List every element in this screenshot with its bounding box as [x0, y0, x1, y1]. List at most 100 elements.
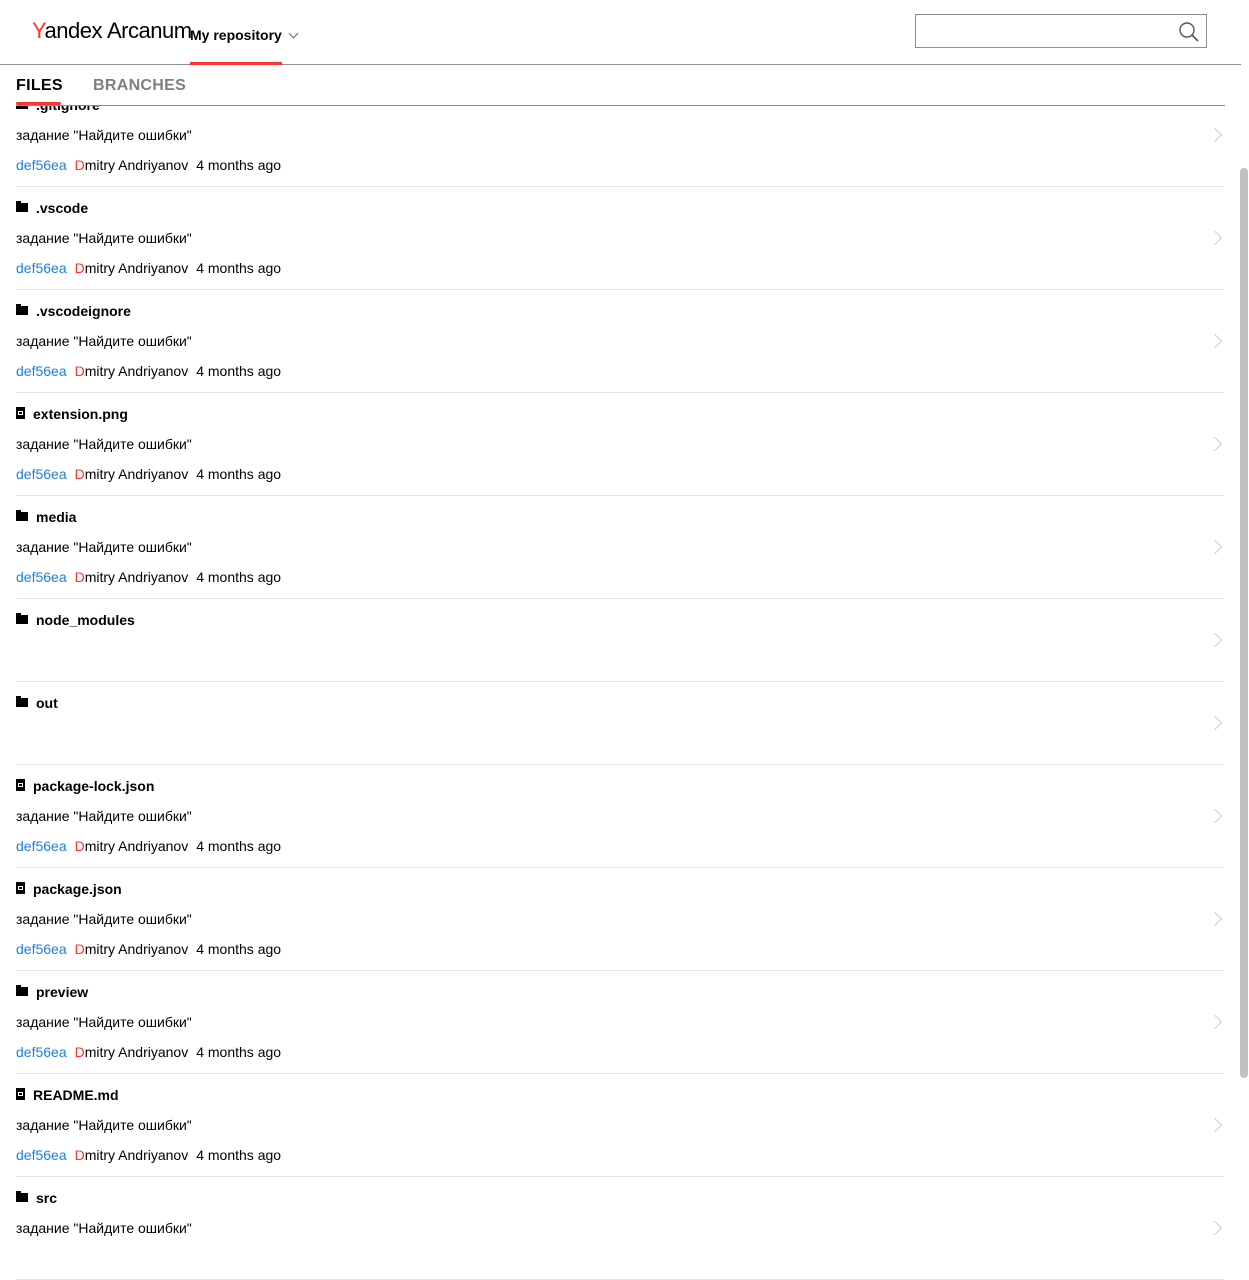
tab-branches[interactable]: BRANCHES [93, 77, 186, 95]
commit-hash-link[interactable]: def56ea [16, 941, 67, 957]
file-row[interactable]: src задание "Найдите ошибки" [16, 1176, 1224, 1280]
commit-message: задание "Найдите ошибки" [16, 333, 192, 349]
chevron-right-icon[interactable] [1207, 333, 1223, 349]
commit-message: задание "Найдите ошибки" [16, 1220, 192, 1236]
commit-meta: def56ea Dmitry Andriyanov 4 months ago [16, 1146, 281, 1164]
file-icon [16, 1088, 25, 1101]
chevron-right-icon[interactable] [1207, 808, 1223, 824]
commit-message: задание "Найдите ошибки" [16, 539, 192, 555]
file-row[interactable]: extension.png задание "Найдите ошибки" def… [16, 392, 1224, 496]
file-row[interactable]: README.md задание "Найдите ошибки" def56ea… [16, 1073, 1224, 1177]
commit-meta: def56ea Dmitry Andriyanov 4 months ago [16, 156, 281, 174]
file-row[interactable]: .vscodeignore задание "Найдите ошибки" def… [16, 289, 1224, 393]
folder-icon [16, 984, 28, 996]
commit-meta: def56ea Dmitry Andriyanov 4 months ago [16, 259, 281, 277]
commit-time: 4 months ago [196, 1044, 282, 1060]
commit-message: задание "Найдите ошибки" [16, 230, 192, 246]
commit-author: Dmitry Andriyanov [74, 260, 189, 276]
file-row[interactable]: preview задание "Найдите ошибки" def56ea Dm… [16, 970, 1224, 1074]
search-box[interactable] [915, 14, 1207, 48]
file-row[interactable]: node_modules [16, 598, 1224, 682]
file-icon [16, 407, 25, 420]
commit-author: Dmitry Andriyanov [74, 1044, 189, 1060]
tabs-bar: FILES BRANCHES [16, 65, 1225, 106]
commit-hash-link[interactable]: def56ea [16, 838, 67, 854]
commit-message: задание "Найдите ошибки" [16, 808, 192, 824]
commit-author: Dmitry Andriyanov [74, 466, 189, 482]
file-name[interactable]: .vscode [16, 199, 88, 217]
commit-author: Dmitry Andriyanov [74, 569, 189, 585]
chevron-right-icon[interactable] [1207, 230, 1223, 246]
repository-active-indicator [190, 62, 282, 65]
file-name[interactable]: .vscodeignore [16, 302, 131, 320]
commit-meta: def56ea Dmitry Andriyanov 4 months ago [16, 568, 281, 586]
file-name[interactable]: node_modules [16, 611, 135, 629]
commit-meta: def56ea Dmitry Andriyanov 4 months ago [16, 362, 281, 380]
tab-files[interactable]: FILES [16, 77, 63, 105]
yandex-arcanum-logo[interactable]: Yandex Arcanum [32, 17, 192, 45]
scrollbar-thumb[interactable] [1240, 168, 1248, 1078]
file-name[interactable]: out [16, 694, 58, 712]
commit-meta: def56ea Dmitry Andriyanov 4 months ago [16, 940, 281, 958]
file-name[interactable]: src [16, 1189, 57, 1207]
repository-selector[interactable]: My repository [190, 0, 299, 65]
commit-hash-link[interactable]: def56ea [16, 1147, 67, 1163]
commit-hash-link[interactable]: def56ea [16, 157, 67, 173]
commit-time: 4 months ago [196, 1147, 282, 1163]
file-name[interactable]: package-lock.json [16, 777, 154, 795]
search-icon[interactable] [1178, 21, 1200, 43]
chevron-right-icon[interactable] [1207, 715, 1223, 731]
file-row[interactable]: media задание "Найдите ошибки" def56ea Dmit… [16, 495, 1224, 599]
chevron-right-icon[interactable] [1207, 1220, 1223, 1236]
top-header: Yandex Arcanum My repository [0, 0, 1241, 65]
commit-meta: def56ea Dmitry Andriyanov 4 months ago [16, 837, 281, 855]
commit-hash-link[interactable]: def56ea [16, 260, 67, 276]
chevron-down-icon [288, 28, 299, 39]
folder-icon [16, 1190, 28, 1202]
file-name[interactable]: README.md [16, 1086, 119, 1104]
folder-icon [16, 200, 28, 212]
chevron-right-icon[interactable] [1207, 632, 1223, 648]
file-row[interactable]: out [16, 681, 1224, 765]
commit-author: Dmitry Andriyanov [74, 1147, 189, 1163]
file-icon [16, 882, 25, 895]
commit-hash-link[interactable]: def56ea [16, 1044, 67, 1060]
commit-time: 4 months ago [196, 157, 282, 173]
chevron-right-icon[interactable] [1207, 539, 1223, 555]
search-input[interactable] [924, 16, 1178, 48]
file-row[interactable]: package-lock.json задание "Найдите ошибки… [16, 764, 1224, 868]
commit-hash-link[interactable]: def56ea [16, 466, 67, 482]
chevron-right-icon[interactable] [1207, 127, 1223, 143]
commit-author: Dmitry Andriyanov [74, 157, 189, 173]
file-name[interactable]: media [16, 508, 76, 526]
chevron-right-icon[interactable] [1207, 1117, 1223, 1133]
folder-icon [16, 509, 28, 521]
file-row[interactable]: package.json задание "Найдите ошибки" def5… [16, 867, 1224, 971]
folder-icon [16, 303, 28, 315]
chevron-right-icon[interactable] [1207, 436, 1223, 452]
commit-message: задание "Найдите ошибки" [16, 1014, 192, 1030]
repository-label: My repository [190, 27, 282, 43]
commit-message: задание "Найдите ошибки" [16, 436, 192, 452]
commit-author: Dmitry Andriyanov [74, 941, 189, 957]
folder-icon [16, 612, 28, 624]
chevron-right-icon[interactable] [1207, 911, 1223, 927]
commit-author: Dmitry Andriyanov [74, 838, 189, 854]
commit-hash-link[interactable]: def56ea [16, 569, 67, 585]
chevron-right-icon[interactable] [1207, 1014, 1223, 1030]
commit-time: 4 months ago [196, 363, 282, 379]
file-name[interactable]: extension.png [16, 405, 128, 423]
commit-message: задание "Найдите ошибки" [16, 127, 192, 143]
commit-time: 4 months ago [196, 466, 282, 482]
file-name[interactable]: preview [16, 983, 88, 1001]
commit-meta: def56ea Dmitry Andriyanov 4 months ago [16, 1043, 281, 1061]
file-icon [16, 779, 25, 792]
folder-icon [16, 695, 28, 707]
file-row[interactable]: .vscode задание "Найдите ошибки" def56ea Dm… [16, 186, 1224, 290]
commit-time: 4 months ago [196, 569, 282, 585]
commit-time: 4 months ago [196, 941, 282, 957]
file-name[interactable]: package.json [16, 880, 122, 898]
commit-hash-link[interactable]: def56ea [16, 363, 67, 379]
commit-author: Dmitry Andriyanov [74, 363, 189, 379]
commit-message: задание "Найдите ошибки" [16, 911, 192, 927]
